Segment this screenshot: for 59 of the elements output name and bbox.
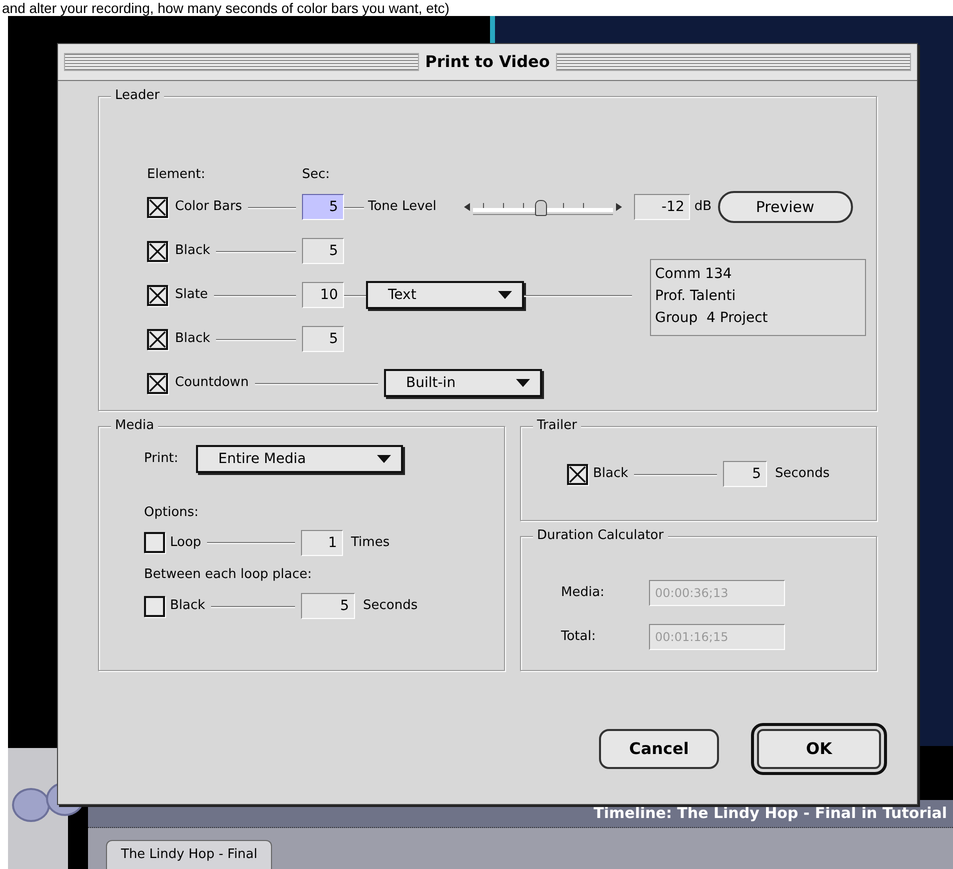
checkbox[interactable]: [147, 240, 168, 262]
popup-menu[interactable]: Entire Media: [196, 445, 404, 473]
timecode-field: 00:00:36;13: [649, 580, 785, 606]
section-label: Options:: [144, 504, 200, 522]
checkbox[interactable]: [147, 284, 168, 306]
field-label: Print:: [144, 450, 178, 468]
dropdown-arrow-icon: [377, 455, 392, 463]
arrow-right-icon[interactable]: [616, 203, 622, 211]
column-header: Element:: [147, 166, 206, 184]
field-label: Total:: [561, 628, 597, 646]
seconds-field[interactable]: 5: [302, 194, 344, 220]
window-title: Timeline: The Lindy Hop - Final in Tutorial: [594, 803, 947, 824]
checkbox-label: Black: [593, 465, 628, 484]
checkbox-label: Black: [170, 597, 206, 616]
unit-label: Seconds: [775, 465, 830, 484]
checkbox-label: Slate: [175, 286, 208, 304]
checkbox-label: Color Bars: [175, 198, 242, 216]
unit-label: dB: [694, 198, 712, 216]
level-field[interactable]: -12: [634, 194, 690, 220]
arrow-left-icon[interactable]: [464, 203, 470, 211]
slate-text-line: Group 4 Project: [655, 309, 769, 328]
checkbox-label: Loop: [170, 534, 202, 552]
seconds-field[interactable]: 10: [302, 282, 344, 308]
preview-button[interactable]: Preview: [718, 191, 853, 223]
seconds-field[interactable]: 5: [302, 238, 344, 264]
sequence-tab[interactable]: The Lindy Hop - Final: [106, 840, 272, 869]
checkbox-label: Countdown: [175, 374, 249, 392]
unit-label: Seconds: [363, 597, 418, 616]
caption-text: and alter your recording, how many seconds of color bars you want, etc): [1, 0, 450, 16]
value-field[interactable]: 5: [301, 593, 355, 619]
seconds-field[interactable]: 5: [302, 326, 344, 352]
slate-text-line: Comm 134: [655, 265, 733, 284]
checkbox[interactable]: [144, 596, 165, 616]
column-header: Sec:: [302, 166, 330, 184]
ok-button[interactable]: OK: [751, 723, 887, 775]
timecode-field: 00:01:16;15: [649, 624, 785, 650]
unit-label: Times: [351, 534, 390, 552]
dropdown-arrow-icon: [516, 379, 530, 387]
popup-menu[interactable]: Text: [366, 281, 524, 309]
checkbox-label: Black: [175, 242, 210, 260]
checkbox-label: Black: [175, 330, 210, 348]
dropdown-arrow-icon: [498, 291, 512, 299]
slider-label: Tone Level: [368, 198, 436, 216]
field-label: Media:: [561, 584, 606, 602]
dialog-title: Print to Video: [425, 51, 550, 73]
slate-text-field[interactable]: Comm 134 Prof. Talenti Group 4 Project: [650, 259, 866, 336]
cancel-button[interactable]: Cancel: [599, 729, 719, 769]
checkbox[interactable]: [567, 464, 588, 484]
popup-menu[interactable]: Built-in: [384, 369, 542, 397]
checkbox[interactable]: [147, 196, 168, 218]
play-button[interactable]: [12, 788, 50, 822]
checkbox[interactable]: [144, 532, 165, 553]
checkbox[interactable]: [147, 328, 168, 350]
value-field[interactable]: 5: [723, 461, 767, 487]
value-field[interactable]: 1: [301, 530, 343, 556]
slate-text-line: Prof. Talenti: [655, 287, 737, 306]
checkbox[interactable]: [147, 372, 168, 394]
section-label: Between each loop place:: [144, 566, 313, 584]
slider-thumb[interactable]: [534, 200, 547, 216]
